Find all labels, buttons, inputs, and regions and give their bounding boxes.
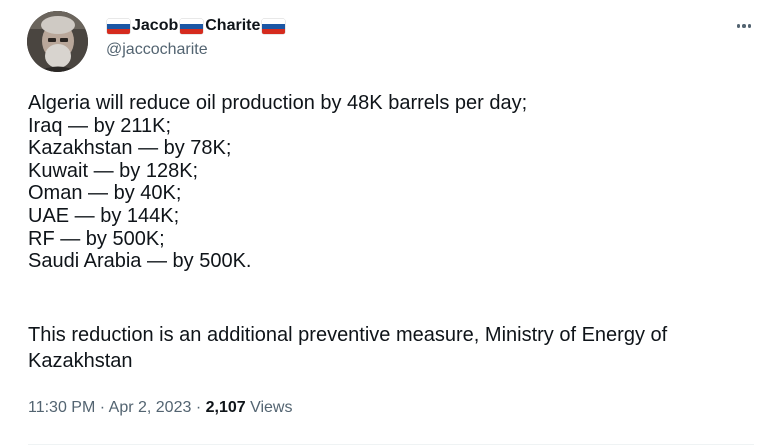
tweet-line: RF — by 500K; xyxy=(28,227,165,250)
tweet-line: Iraq — by 211K; xyxy=(28,114,172,137)
russia-flag-icon xyxy=(262,18,286,34)
tweet-text: Algeria will reduce oil production by 48… xyxy=(28,92,758,273)
tweet-line: Saudi Arabia — by 500K. xyxy=(28,250,252,273)
author-handle[interactable]: @jaccocharite xyxy=(106,40,208,60)
tweet-line: Oman — by 40K; xyxy=(28,182,182,205)
tweet-line: Kuwait — by 128K; xyxy=(28,159,199,182)
more-options-icon[interactable] xyxy=(733,16,755,36)
author-name-part1: Jacob xyxy=(132,17,179,34)
avatar-image xyxy=(27,11,88,72)
tweet-date[interactable]: Apr 2, 2023 xyxy=(109,399,192,416)
tweet-line: UAE — by 144K; xyxy=(28,204,180,227)
author-name[interactable]: Jacob Charite xyxy=(106,15,286,37)
meta-separator: · xyxy=(195,399,206,416)
tweet-meta: 11:30 PM · Apr 2, 2023 · 2,107 Views xyxy=(28,398,292,418)
tweet-paragraph: This reduction is an additional preventi… xyxy=(28,324,668,372)
divider xyxy=(28,444,754,445)
tweet-time[interactable]: 11:30 PM xyxy=(28,399,95,416)
russia-flag-icon xyxy=(180,18,204,34)
avatar[interactable] xyxy=(27,11,88,72)
tweet-line: Algeria will reduce oil production by 48… xyxy=(28,92,528,114)
tweet-card: Jacob Charite @jaccocharite Algeria will… xyxy=(0,0,772,448)
russia-flag-icon xyxy=(107,18,130,34)
tweet-line: Kazakhstan — by 78K; xyxy=(28,137,232,160)
meta-separator: · xyxy=(99,399,109,416)
views-count: 2,107 xyxy=(205,399,251,416)
views-label: Views xyxy=(250,399,293,416)
author-name-part2: Charite xyxy=(205,17,261,34)
